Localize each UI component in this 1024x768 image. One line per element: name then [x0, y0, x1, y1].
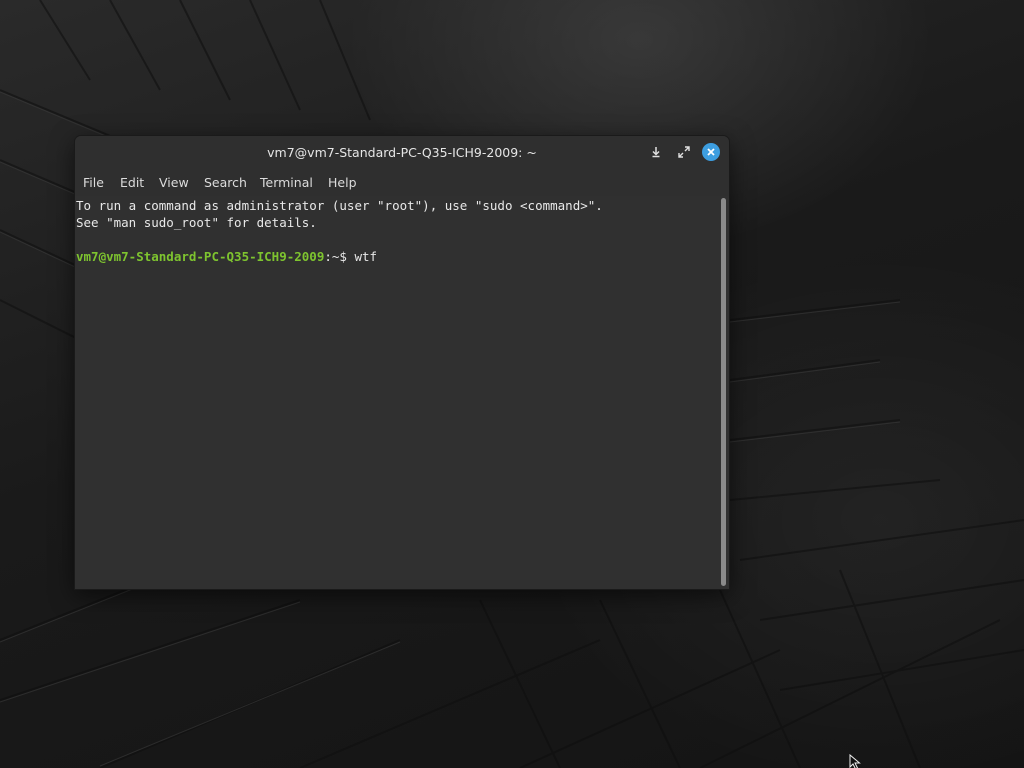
menu-search[interactable]: Search — [204, 175, 247, 190]
prompt-path: :~$ — [324, 249, 355, 264]
maximize-arrows-icon — [678, 146, 690, 158]
maximize-button[interactable] — [674, 142, 694, 162]
close-x-icon — [707, 148, 715, 156]
terminal-window[interactable]: vm7@vm7-Standard-PC-Q35-ICH9-2009: ~ Fil… — [75, 136, 729, 589]
minimize-down-arrow-icon — [652, 147, 660, 158]
terminal-prompt-line: vm7@vm7-Standard-PC-Q35-ICH9-2009:~$ wtf — [76, 249, 377, 264]
menu-help[interactable]: Help — [328, 175, 357, 190]
close-button[interactable] — [702, 143, 720, 161]
title-bar[interactable]: vm7@vm7-Standard-PC-Q35-ICH9-2009: ~ — [75, 136, 729, 168]
mouse-pointer-icon — [849, 754, 861, 768]
terminal-output-area[interactable]: To run a command as administrator (user … — [75, 196, 729, 589]
terminal-line-sudo-hint: To run a command as administrator (user … — [76, 198, 603, 213]
terminal-scrollbar[interactable] — [721, 198, 726, 586]
terminal-line-man-hint: See "man sudo_root" for details. — [76, 215, 317, 230]
menu-bar: File Edit View Search Terminal Help — [75, 168, 729, 196]
minimize-button[interactable] — [646, 142, 666, 162]
menu-terminal[interactable]: Terminal — [260, 175, 313, 190]
menu-file[interactable]: File — [83, 175, 104, 190]
typed-command: wtf — [354, 249, 378, 264]
prompt-user-host: vm7@vm7-Standard-PC-Q35-ICH9-2009 — [76, 249, 325, 264]
menu-edit[interactable]: Edit — [120, 175, 144, 190]
menu-view[interactable]: View — [159, 175, 189, 190]
window-title: vm7@vm7-Standard-PC-Q35-ICH9-2009: ~ — [267, 145, 537, 160]
